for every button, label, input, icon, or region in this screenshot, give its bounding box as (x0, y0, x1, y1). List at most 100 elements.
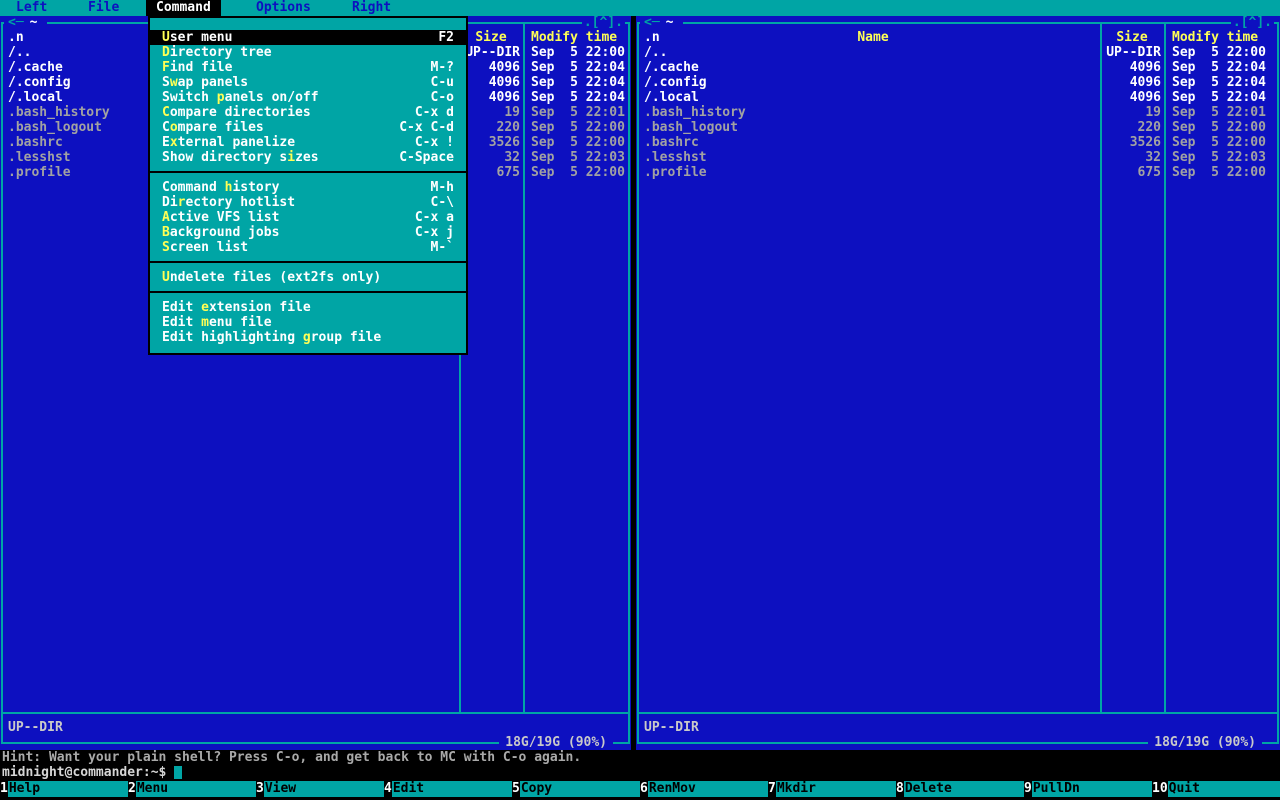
file-name: .bash_logout (644, 120, 738, 135)
panel-path[interactable]: <─ ~ (640, 15, 684, 30)
menu-item-shortcut: C-\ (430, 195, 454, 210)
file-size: 4096 (488, 60, 520, 75)
fkey-pulldn[interactable]: 9 PullDn (1024, 781, 1152, 797)
menu-item-shortcut: C-x ! (414, 135, 454, 150)
fkey-menu[interactable]: 2 Menu (128, 781, 256, 797)
fkey-quit[interactable]: 10 Quit (1152, 781, 1280, 797)
menu-item-active-vfs-list[interactable]: Active VFS list C-x a (150, 210, 466, 225)
menubar-item-left[interactable]: Left (16, 0, 47, 16)
menu-item-find-file[interactable]: Find file M-? (150, 60, 466, 75)
file-row-bashrc[interactable]: .bashrc 3526 Sep 5 22:00 (639, 135, 1277, 150)
menu-item-edit-menu-file[interactable]: Edit menu file (150, 315, 466, 330)
function-key-bar: 1 Help 2 Menu 3 View 4 Edit 5 Copy 6 RenMov 7 Mkdir 8 D… (0, 781, 1280, 797)
panel-path[interactable]: <─ ~ (4, 15, 48, 30)
file-row-lesshst[interactable]: .lesshst 32 Sep 5 22:03 (639, 150, 1277, 165)
file-mtime: Sep 5 22:00 (531, 135, 625, 150)
menubar-item-right[interactable]: Right (352, 0, 391, 16)
menu-item-shortcut: C-x d (414, 105, 454, 120)
file-mtime: Sep 5 22:00 (531, 120, 625, 135)
file-mtime: Sep 5 22:03 (1172, 150, 1266, 165)
panel-updir-icon[interactable]: .[^]. (581, 16, 625, 30)
menu-item-label: Compare files (162, 120, 264, 135)
file-size: 4096 (1129, 60, 1161, 75)
fkey-delete[interactable]: 8 Delete (896, 781, 1024, 797)
menu-separator (150, 285, 466, 300)
fkey-view[interactable]: 3 View (256, 781, 384, 797)
menu-item-label: Command history (162, 180, 280, 195)
file-size: 675 (496, 165, 520, 180)
file-mtime: Sep 5 22:00 (531, 165, 625, 180)
file-row-cache[interactable]: /.cache 4096 Sep 5 22:04 (639, 60, 1277, 75)
file-row-bash-logout[interactable]: .bash_logout 220 Sep 5 22:00 (639, 120, 1277, 135)
menu-item-show-directory-sizes[interactable]: Show directory sizes C-Space (150, 150, 466, 165)
history-back-icon[interactable]: <─ (644, 15, 660, 30)
file-size: 3526 (488, 135, 520, 150)
file-size: 3526 (1129, 135, 1161, 150)
file-row-bash-history[interactable]: .bash_history 19 Sep 5 22:01 (639, 105, 1277, 120)
fkey-number: 8 (896, 781, 904, 797)
menu-item-undelete-files-ext2fs-only[interactable]: Undelete files (ext2fs only) (150, 270, 466, 285)
file-row-config[interactable]: /.config 4096 Sep 5 22:04 (639, 75, 1277, 90)
fkey-number: 6 (640, 781, 648, 797)
fkey-renmov[interactable]: 6 RenMov (640, 781, 768, 797)
menu-item-user-menu[interactable]: User menu F2 (150, 30, 466, 45)
menubar-item-file[interactable]: File (88, 0, 119, 16)
fkey-edit[interactable]: 4 Edit (384, 781, 512, 797)
menu-item-edit-highlighting-group-file[interactable]: Edit highlighting group file (150, 330, 466, 345)
menu-item-shortcut: C-x a (414, 210, 454, 225)
menu-item-label: Swap panels (162, 75, 249, 90)
file-row-[interactable]: /.. UP--DIR Sep 5 22:00 (639, 45, 1277, 60)
fkey-copy[interactable]: 5 Copy (512, 781, 640, 797)
mini-status: UP--DIR (644, 720, 699, 735)
current-directory: ~ (665, 15, 674, 30)
menu-item-background-jobs[interactable]: Background jobs C-x j (150, 225, 466, 240)
menu-separator (150, 255, 466, 270)
menu-item-compare-files[interactable]: Compare files C-x C-d (150, 120, 466, 135)
file-row-profile[interactable]: .profile 675 Sep 5 22:00 (639, 165, 1277, 180)
menu-item-label: Background jobs (162, 225, 280, 240)
file-mtime: Sep 5 22:00 (1172, 120, 1266, 135)
file-name: .bashrc (644, 135, 699, 150)
file-name: /.config (8, 75, 71, 90)
menu-item-shortcut: M-` (430, 240, 454, 255)
fkey-label: Mkdir (775, 781, 896, 797)
menu-item-directory-tree[interactable]: Directory tree (150, 45, 466, 60)
command-dropdown-menu: User menu F2 Directory tree Find file M-? Swa… (148, 16, 468, 355)
menubar-item-options[interactable]: Options (256, 0, 311, 16)
file-row-local[interactable]: /.local 4096 Sep 5 22:04 (639, 90, 1277, 105)
menu-item-shortcut: C-x j (414, 225, 454, 240)
panel-updir-icon[interactable]: .[^]. (1230, 16, 1274, 30)
menu-item-directory-hotlist[interactable]: Directory hotlist C-\ (150, 195, 466, 210)
shell-command-line[interactable]: midnight@commander:~$ (2, 765, 183, 780)
file-name: /.cache (8, 60, 63, 75)
file-mtime: Sep 5 22:00 (1172, 45, 1266, 60)
mini-status: UP--DIR (8, 720, 63, 735)
fkey-number: 3 (256, 781, 264, 797)
file-mtime: Sep 5 22:04 (531, 75, 625, 90)
fkey-number: 7 (768, 781, 776, 797)
menu-item-label: Edit highlighting group file (162, 330, 382, 345)
menu-item-swap-panels[interactable]: Swap panels C-u (150, 75, 466, 90)
menu-item-command-history[interactable]: Command history M-h (150, 180, 466, 195)
menu-separator (150, 165, 466, 180)
file-name: .lesshst (8, 150, 71, 165)
file-size: 220 (1137, 120, 1161, 135)
history-back-icon[interactable]: <─ (8, 15, 24, 30)
menu-item-switch-panels-on-off[interactable]: Switch panels on/off C-o (150, 90, 466, 105)
menu-item-external-panelize[interactable]: External panelize C-x ! (150, 135, 466, 150)
file-mtime: Sep 5 22:01 (531, 105, 625, 120)
fkey-number: 5 (512, 781, 520, 797)
menu-item-edit-extension-file[interactable]: Edit extension file (150, 300, 466, 315)
fkey-number: 9 (1024, 781, 1032, 797)
fkey-help[interactable]: 1 Help (0, 781, 128, 797)
menu-item-screen-list[interactable]: Screen list M-` (150, 240, 466, 255)
menu-item-compare-directories[interactable]: Compare directories C-x d (150, 105, 466, 120)
fkey-label: Menu (135, 781, 256, 797)
file-mtime: Sep 5 22:04 (1172, 75, 1266, 90)
file-size: UP--DIR (1106, 45, 1161, 60)
file-size: 19 (1145, 105, 1161, 120)
file-mtime: Sep 5 22:03 (531, 150, 625, 165)
file-mtime: Sep 5 22:04 (531, 90, 625, 105)
menubar-item-command[interactable]: Command (146, 0, 221, 16)
fkey-mkdir[interactable]: 7 Mkdir (768, 781, 896, 797)
